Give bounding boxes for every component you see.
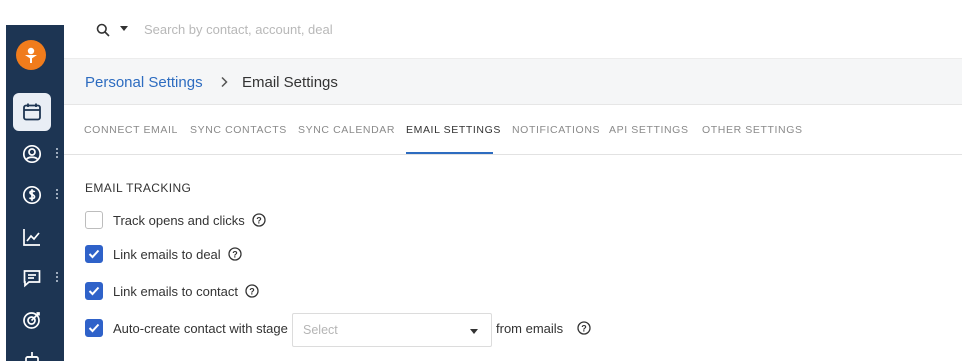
sidebar-item-calendar[interactable] — [13, 93, 51, 131]
tab-email-settings[interactable]: EMAIL SETTINGS — [406, 124, 501, 136]
sidebar-item-goals[interactable] — [13, 301, 51, 339]
section-title: EMAIL TRACKING — [85, 181, 192, 195]
stage-select-placeholder: Select — [303, 323, 338, 337]
search-icon[interactable] — [96, 23, 110, 37]
option-row-track-opens: Track opens and clicks ? — [85, 210, 266, 230]
help-icon[interactable]: ? — [252, 213, 266, 227]
goals-icon — [23, 312, 40, 329]
logo[interactable] — [16, 40, 46, 70]
tab-other-settings[interactable]: OTHER SETTINGS — [702, 124, 803, 136]
logo-icon — [25, 47, 37, 63]
svg-text:?: ? — [581, 323, 587, 333]
contacts-more-dots[interactable] — [55, 147, 59, 161]
option-row-auto-create: Auto-create contact with stage — [85, 318, 288, 338]
tab-notifications[interactable]: NOTIFICATIONS — [512, 124, 600, 136]
svg-text:?: ? — [249, 286, 255, 296]
help-icon[interactable]: ? — [228, 247, 242, 261]
tab-sync-contacts[interactable]: SYNC CONTACTS — [190, 124, 287, 136]
app-root: Personal Settings Email Settings CONNECT… — [0, 0, 962, 361]
messages-more-dots[interactable] — [55, 271, 59, 285]
checkmark-icon — [88, 323, 100, 333]
deals-more-dots[interactable] — [55, 188, 59, 202]
link-deal-checkbox[interactable] — [85, 245, 103, 263]
help-icon[interactable]: ? — [577, 321, 591, 335]
breadcrumb-personal-settings-link[interactable]: Personal Settings — [85, 74, 203, 91]
tab-connect-email[interactable]: CONNECT EMAIL — [84, 124, 178, 136]
calendar-icon — [23, 103, 41, 121]
option-label: Auto-create contact with stage — [113, 320, 288, 336]
chevron-right-icon — [221, 76, 228, 88]
svg-text:?: ? — [256, 215, 262, 225]
page-title: Email Settings — [242, 74, 338, 91]
sidebar-item-reports[interactable] — [13, 218, 51, 256]
option-row-link-contact: Link emails to contact ? — [85, 281, 259, 301]
svg-text:?: ? — [232, 249, 238, 259]
active-tab-indicator — [406, 152, 493, 154]
option-label: Link emails to deal — [113, 246, 221, 262]
top-search-bar — [64, 0, 962, 58]
sidebar-item-deals[interactable] — [13, 176, 51, 214]
from-emails-label: from emails — [496, 321, 564, 336]
link-contact-checkbox[interactable] — [85, 282, 103, 300]
checkmark-icon — [88, 249, 100, 259]
tab-sync-calendar[interactable]: SYNC CALENDAR — [298, 124, 395, 136]
sidebar-item-messages[interactable] — [13, 259, 51, 297]
sidebar — [6, 25, 64, 361]
checkmark-icon — [88, 286, 100, 296]
settings-tabs: CONNECT EMAIL SYNC CONTACTS SYNC CALENDA… — [64, 105, 962, 155]
contacts-icon — [22, 144, 42, 164]
deals-icon — [22, 185, 42, 205]
sidebar-item-integrations[interactable] — [13, 341, 51, 361]
chevron-down-icon — [470, 329, 478, 334]
breadcrumb: Personal Settings Email Settings — [64, 58, 962, 105]
stage-select[interactable]: Select — [292, 313, 492, 347]
sidebar-item-contacts[interactable] — [13, 135, 51, 173]
search-scope-dropdown-icon[interactable] — [120, 26, 128, 31]
messages-icon — [23, 270, 41, 288]
track-opens-checkbox[interactable] — [85, 211, 103, 229]
integrations-icon — [25, 352, 39, 361]
help-icon[interactable]: ? — [245, 284, 259, 298]
option-row-link-deal: Link emails to deal ? — [85, 244, 242, 264]
auto-create-checkbox[interactable] — [85, 319, 103, 337]
option-label: Link emails to contact — [113, 283, 239, 299]
option-label: Track opens and clicks — [113, 212, 245, 228]
tab-api-settings[interactable]: API SETTINGS — [609, 124, 689, 136]
search-input[interactable] — [144, 18, 644, 40]
reports-icon — [23, 229, 40, 246]
